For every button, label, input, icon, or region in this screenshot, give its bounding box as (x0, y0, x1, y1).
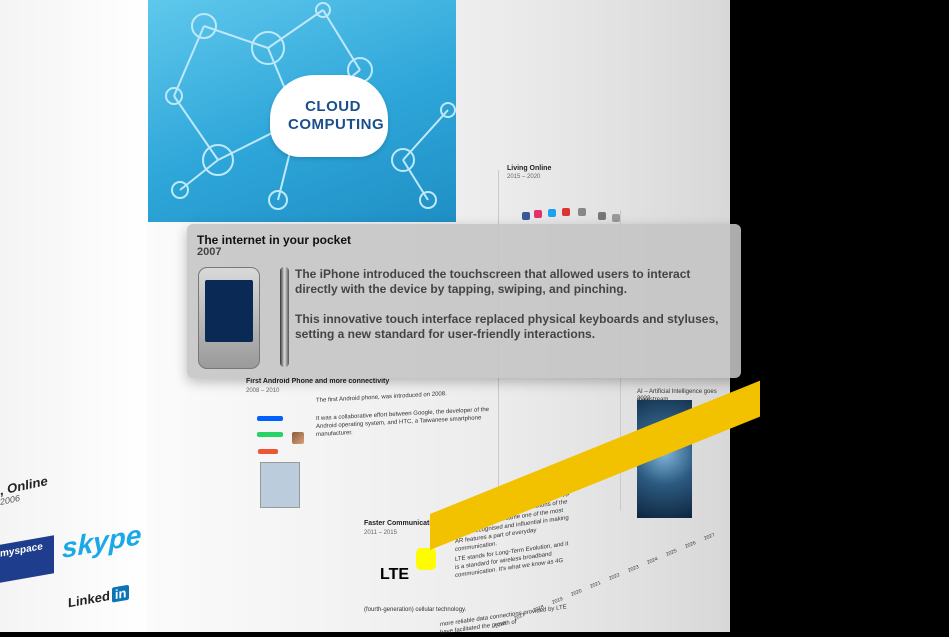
snapchat-icon (416, 548, 436, 570)
tooltip-paragraph-2: This innovative touch interface replaced… (295, 312, 719, 341)
app-icon (612, 214, 620, 222)
lte-logo: LTE (380, 566, 410, 583)
linkedin-in-badge: in (111, 584, 130, 603)
faster-comm-text-3: (fourth-generation) cellular technology. (364, 607, 467, 613)
app-icon (534, 210, 542, 218)
event-tooltip: The internet in your pocket 2007 The iPh… (187, 224, 741, 378)
app-icon (578, 208, 586, 216)
living-online-years: 2015 – 2020 (507, 174, 541, 180)
tooltip-year: 2007 (197, 246, 222, 258)
instagram-icon (292, 432, 304, 444)
map-pin-icon (562, 208, 570, 216)
android-phone-image (260, 462, 300, 508)
iphone-screen (205, 280, 253, 342)
app-icon (598, 212, 606, 220)
app-icon (522, 212, 530, 220)
faster-comm-years: 2011 – 2015 (364, 530, 397, 536)
foursquare-icon (258, 449, 278, 454)
android-title: First Android Phone and more connectivit… (246, 378, 390, 385)
tooltip-title: The internet in your pocket (197, 233, 352, 247)
android-years: 2008 – 2010 (246, 388, 280, 394)
living-online-title: Living Online (507, 165, 552, 172)
iphone-front-image (198, 267, 260, 369)
tooltip-paragraph-1: The iPhone introduced the touchscreen th… (295, 267, 691, 296)
whatsapp-icon (257, 432, 283, 437)
dropbox-icon (257, 416, 283, 421)
iphone-side-image (280, 267, 289, 367)
cloud-computing-title: CLOUD COMPUTING (288, 98, 385, 133)
app-icon (548, 209, 556, 217)
